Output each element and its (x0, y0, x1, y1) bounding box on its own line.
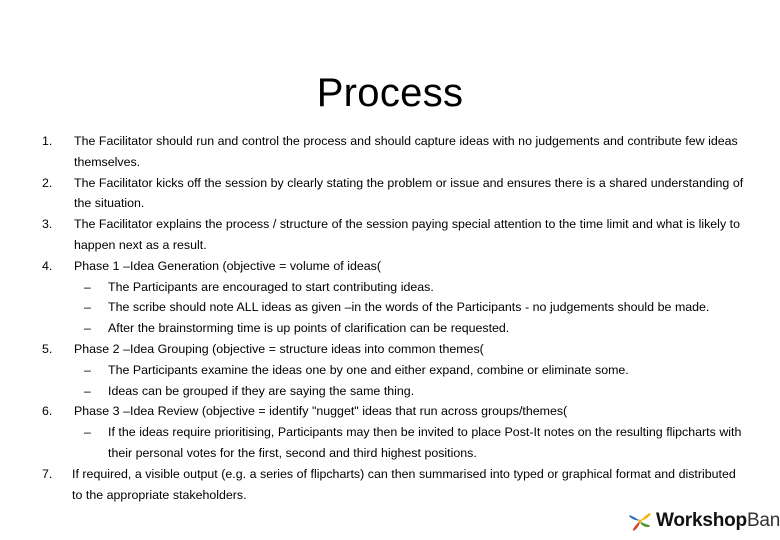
logo-wordmark: WorkshopBank (656, 509, 780, 533)
butterfly-pinwheel-icon (629, 513, 651, 531)
list-item-text: The Participants are encouraged to start… (108, 279, 434, 294)
list-item-text: The scribe should note ALL ideas as give… (108, 300, 710, 315)
list-item-text: Ideas can be grouped if they are saying … (108, 383, 415, 398)
list-item-text: After the brainstorming time is up point… (108, 321, 510, 336)
workshopbank-logo: WorkshopBank (628, 506, 780, 536)
list-item-text: Phase 3 –Idea Review (objective = identi… (74, 404, 568, 419)
list-item: 6. Phase 3 –Idea Review (objective = iden… (38, 401, 744, 422)
list-item-number: 1. (42, 134, 53, 148)
list-item-text: The Participants examine the ideas one b… (108, 362, 629, 377)
sub-list-item: – The Participants examine the ideas one … (38, 360, 744, 381)
logo-text-workshop: Workshop (656, 510, 747, 531)
list-item-number: 2. (42, 175, 53, 190)
list-item: 4. Phase 1 –Idea Generation (objective = … (38, 256, 744, 277)
list-item-dash: – (84, 383, 91, 398)
list-item-dash: – (84, 321, 91, 336)
list-item: 2. The Facilitator kicks off the session … (38, 173, 744, 215)
list-item-text: Phase 2 –Idea Grouping (objective = stru… (74, 341, 484, 356)
list-item-text: The Facilitator explains the process / s… (74, 217, 741, 252)
list-item: 5. Phase 2 –Idea Grouping (objective = st… (38, 339, 744, 360)
list-item-text: Phase 1 –Idea Generation (objective = vo… (74, 258, 381, 273)
logo-text-bank: Bank (746, 510, 780, 531)
list-item-dash: – (84, 425, 91, 440)
list-item: 7. If required, a visible output (e.g. a … (38, 464, 744, 506)
slide-canvas: Process 1. The Facilitator should run and… (0, 0, 780, 540)
sub-list-item: – The Participants are encouraged to star… (38, 277, 744, 298)
sub-list-item: – Ideas can be grouped if they are saying… (38, 381, 744, 402)
list-item-number: 7. (42, 466, 53, 481)
sub-list-item: – If the ideas require prioritising, Part… (38, 422, 744, 464)
list-item-dash: – (84, 279, 91, 294)
list-item-text: If required, a visible output (e.g. a se… (72, 466, 736, 502)
list-item: 3. The Facilitator explains the process /… (38, 214, 744, 256)
list-item-number: 4. (42, 258, 53, 273)
list-item: 1. The Facilitator should run and control… (38, 131, 744, 173)
list-item-number: 6. (42, 404, 53, 419)
list-item-text: The Facilitator should run and control t… (74, 134, 738, 169)
page-title: Process (316, 70, 464, 115)
list-item-dash: – (84, 300, 91, 315)
sub-list-item: – The scribe should note ALL ideas as giv… (38, 297, 744, 318)
list-item-number: 5. (42, 341, 53, 356)
list-item-number: 3. (42, 217, 53, 232)
process-list: 1. The Facilitator should run and control… (38, 131, 744, 505)
list-item-text: If the ideas require prioritising, Parti… (108, 425, 742, 460)
list-item-dash: – (84, 362, 91, 377)
list-item-text: The Facilitator kicks off the session by… (74, 175, 744, 211)
sub-list-item: – After the brainstorming time is up poin… (38, 318, 744, 339)
